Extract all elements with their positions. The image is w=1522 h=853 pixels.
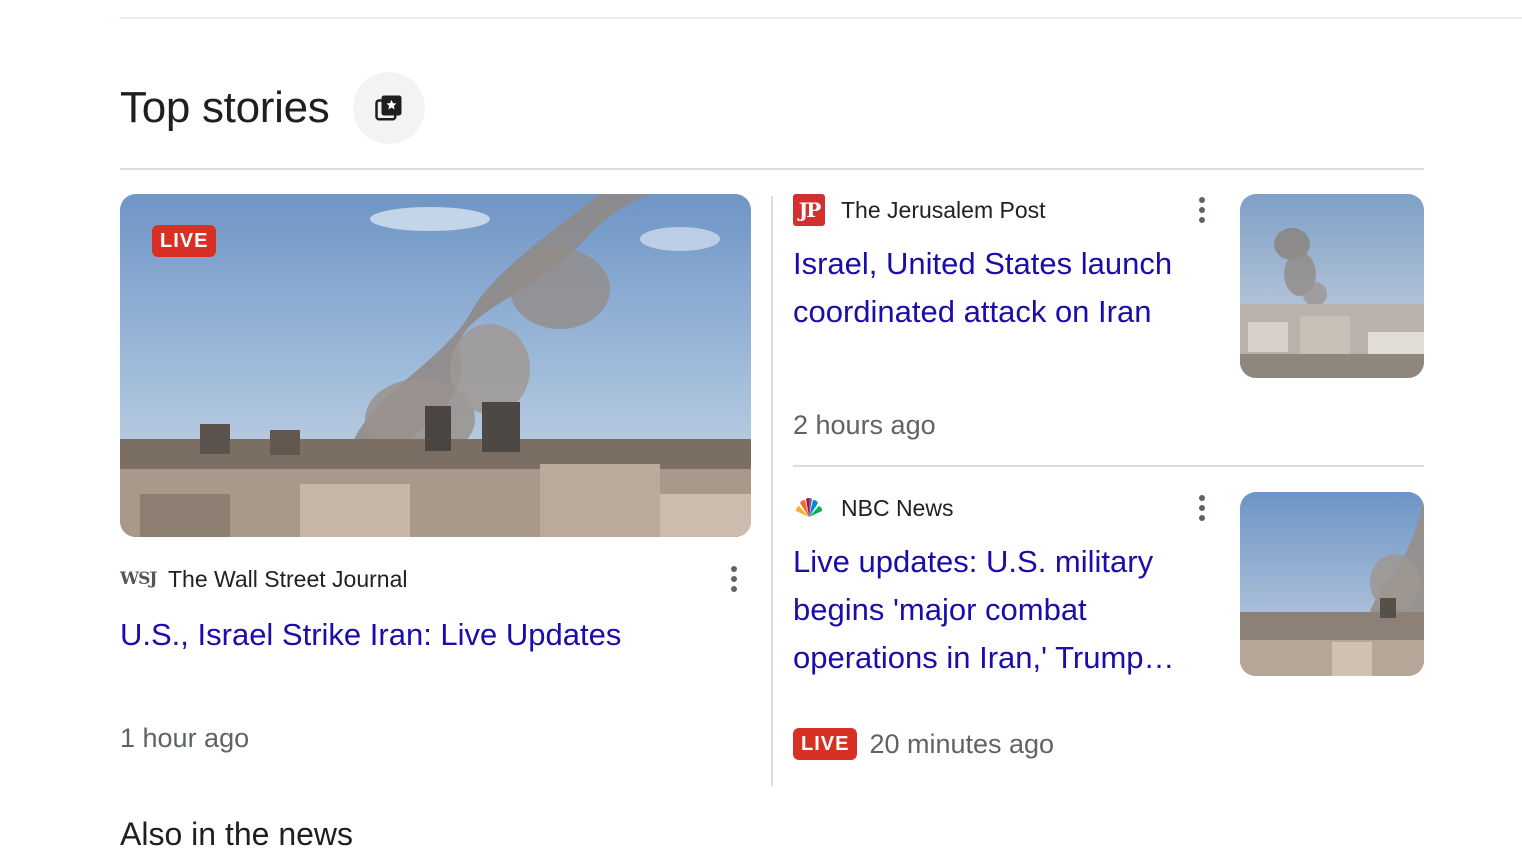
smoke-photo (1240, 194, 1424, 378)
live-badge: LIVE (152, 225, 217, 257)
more-options-icon[interactable] (1190, 488, 1214, 528)
story-meta: LIVE 20 minutes ago (793, 728, 1054, 760)
story-card[interactable]: NBC News Live updates: U.S. military begi… (793, 492, 1424, 772)
wsj-logo: WSJ (120, 569, 157, 589)
story-time: 1 hour ago (120, 723, 250, 753)
header-divider (120, 168, 1424, 170)
stacked-cards-star-icon (375, 95, 402, 121)
top-divider (120, 17, 1522, 19)
story-headline[interactable]: U.S., Israel Strike Iran: Live Updates (120, 611, 752, 659)
story-card[interactable]: JP The Jerusalem Post Israel, United Sta… (793, 194, 1424, 444)
more-options-icon[interactable] (722, 559, 746, 599)
more-stories-button[interactable] (353, 72, 426, 144)
story-headline[interactable]: Live updates: U.S. military begins 'major… (793, 538, 1213, 682)
source-name: The Wall Street Journal (168, 565, 408, 592)
section-title: Top stories (120, 83, 330, 132)
smoke-photo (1240, 492, 1424, 676)
story-thumbnail[interactable] (1240, 194, 1424, 378)
live-badge: LIVE (793, 728, 858, 760)
jerusalem-post-logo: JP (793, 194, 825, 226)
story-time: 2 hours ago (793, 410, 936, 440)
story-divider (793, 465, 1424, 467)
story-thumbnail[interactable] (1240, 492, 1424, 676)
featured-story-image[interactable]: LIVE (120, 194, 751, 537)
top-stories-header: Top stories (120, 72, 426, 144)
story-headline[interactable]: Israel, United States launch coordinated … (793, 240, 1213, 336)
more-options-icon[interactable] (1190, 190, 1214, 230)
nbc-peacock-logo (795, 498, 823, 517)
next-section-title: Also in the news (120, 816, 354, 852)
featured-story-card[interactable]: LIVE WSJ The Wall Street Journal U.S., I… (120, 194, 752, 754)
source-name: NBC News (841, 494, 954, 521)
story-time: 20 minutes ago (869, 728, 1055, 759)
story-source: WSJ The Wall Street Journal (120, 563, 752, 595)
source-name: The Jerusalem Post (841, 196, 1046, 223)
column-divider (771, 196, 773, 786)
